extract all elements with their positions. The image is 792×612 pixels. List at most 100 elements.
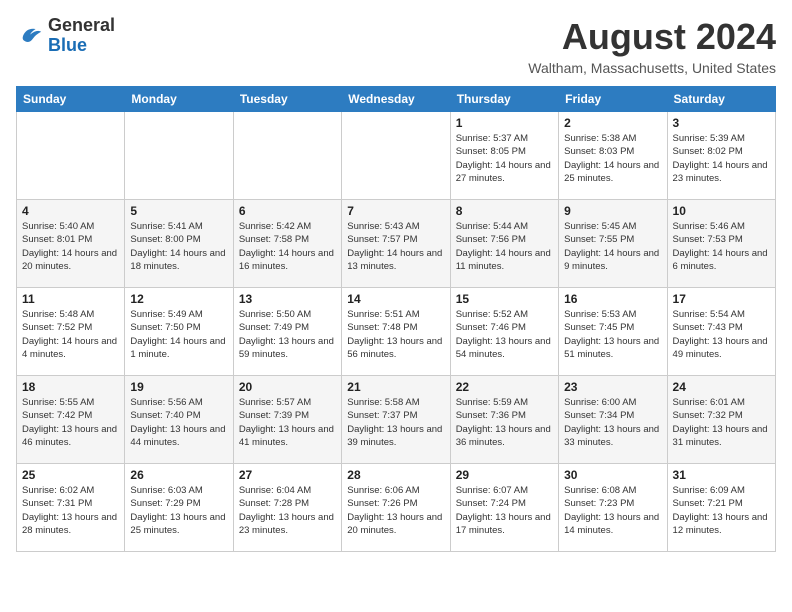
- cell-info: Sunrise: 5:49 AMSunset: 7:50 PMDaylight:…: [130, 308, 227, 361]
- calendar-cell: 7 Sunrise: 5:43 AMSunset: 7:57 PMDaylight…: [342, 200, 450, 288]
- calendar-cell: 22 Sunrise: 5:59 AMSunset: 7:36 PMDayligh…: [450, 376, 558, 464]
- cell-info: Sunrise: 6:04 AMSunset: 7:28 PMDaylight:…: [239, 484, 336, 537]
- calendar-cell: 30 Sunrise: 6:08 AMSunset: 7:23 PMDayligh…: [559, 464, 667, 552]
- cell-date: 30: [564, 468, 661, 482]
- cell-info: Sunrise: 5:52 AMSunset: 7:46 PMDaylight:…: [456, 308, 553, 361]
- cell-date: 25: [22, 468, 119, 482]
- cell-info: Sunrise: 5:55 AMSunset: 7:42 PMDaylight:…: [22, 396, 119, 449]
- cell-info: Sunrise: 5:46 AMSunset: 7:53 PMDaylight:…: [673, 220, 770, 273]
- calendar-cell: 15Sunrise: 5:52 AMSunset: 7:46 PMDayligh…: [450, 288, 558, 376]
- day-header-friday: Friday: [559, 87, 667, 112]
- cell-info: Sunrise: 6:02 AMSunset: 7:31 PMDaylight:…: [22, 484, 119, 537]
- day-header-sunday: Sunday: [17, 87, 125, 112]
- calendar-cell: 2 Sunrise: 5:38 AMSunset: 8:03 PMDaylight…: [559, 112, 667, 200]
- cell-date: 1: [456, 116, 553, 130]
- cell-info: Sunrise: 6:01 AMSunset: 7:32 PMDaylight:…: [673, 396, 770, 449]
- day-header-tuesday: Tuesday: [233, 87, 341, 112]
- cell-info: Sunrise: 5:38 AMSunset: 8:03 PMDaylight:…: [564, 132, 661, 185]
- calendar-cell: [17, 112, 125, 200]
- cell-info: Sunrise: 6:09 AMSunset: 7:21 PMDaylight:…: [673, 484, 770, 537]
- title-block: August 2024 Waltham, Massachusetts, Unit…: [528, 16, 776, 76]
- calendar-cell: 29 Sunrise: 6:07 AMSunset: 7:24 PMDayligh…: [450, 464, 558, 552]
- header-row: SundayMondayTuesdayWednesdayThursdayFrid…: [17, 87, 776, 112]
- cell-info: Sunrise: 6:03 AMSunset: 7:29 PMDaylight:…: [130, 484, 227, 537]
- cell-date: 19: [130, 380, 227, 394]
- cell-date: 6: [239, 204, 336, 218]
- cell-date: 23: [564, 380, 661, 394]
- cell-date: 28: [347, 468, 444, 482]
- cell-info: Sunrise: 5:37 AMSunset: 8:05 PMDaylight:…: [456, 132, 553, 185]
- cell-info: Sunrise: 5:58 AMSunset: 7:37 PMDaylight:…: [347, 396, 444, 449]
- calendar-cell: 19Sunrise: 5:56 AMSunset: 7:40 PMDayligh…: [125, 376, 233, 464]
- calendar-cell: 13 Sunrise: 5:50 AMSunset: 7:49 PMDayligh…: [233, 288, 341, 376]
- day-header-thursday: Thursday: [450, 87, 558, 112]
- cell-info: Sunrise: 6:08 AMSunset: 7:23 PMDaylight:…: [564, 484, 661, 537]
- page-header: General Blue August 2024 Waltham, Massac…: [16, 16, 776, 76]
- cell-info: Sunrise: 5:43 AMSunset: 7:57 PMDaylight:…: [347, 220, 444, 273]
- logo-text: General Blue: [48, 16, 115, 56]
- calendar-cell: [125, 112, 233, 200]
- cell-date: 21: [347, 380, 444, 394]
- cell-info: Sunrise: 5:44 AMSunset: 7:56 PMDaylight:…: [456, 220, 553, 273]
- cell-date: 26: [130, 468, 227, 482]
- cell-info: Sunrise: 6:06 AMSunset: 7:26 PMDaylight:…: [347, 484, 444, 537]
- cell-date: 17: [673, 292, 770, 306]
- calendar-cell: 31 Sunrise: 6:09 AMSunset: 7:21 PMDayligh…: [667, 464, 775, 552]
- cell-date: 14: [347, 292, 444, 306]
- calendar-cell: 16Sunrise: 5:53 AMSunset: 7:45 PMDayligh…: [559, 288, 667, 376]
- cell-info: Sunrise: 5:54 AMSunset: 7:43 PMDaylight:…: [673, 308, 770, 361]
- cell-date: 8: [456, 204, 553, 218]
- cell-info: Sunrise: 5:50 AMSunset: 7:49 PMDaylight:…: [239, 308, 336, 361]
- calendar-cell: 28 Sunrise: 6:06 AMSunset: 7:26 PMDayligh…: [342, 464, 450, 552]
- calendar-cell: 3Sunrise: 5:39 AMSunset: 8:02 PMDaylight…: [667, 112, 775, 200]
- calendar-cell: 12 Sunrise: 5:49 AMSunset: 7:50 PMDayligh…: [125, 288, 233, 376]
- cell-date: 18: [22, 380, 119, 394]
- cell-info: Sunrise: 5:59 AMSunset: 7:36 PMDaylight:…: [456, 396, 553, 449]
- cell-date: 29: [456, 468, 553, 482]
- calendar-cell: 8 Sunrise: 5:44 AMSunset: 7:56 PMDaylight…: [450, 200, 558, 288]
- day-header-monday: Monday: [125, 87, 233, 112]
- cell-date: 16: [564, 292, 661, 306]
- cell-date: 5: [130, 204, 227, 218]
- day-header-wednesday: Wednesday: [342, 87, 450, 112]
- week-row-1: 1 Sunrise: 5:37 AMSunset: 8:05 PMDaylight…: [17, 112, 776, 200]
- calendar-cell: 27 Sunrise: 6:04 AMSunset: 7:28 PMDayligh…: [233, 464, 341, 552]
- cell-date: 2: [564, 116, 661, 130]
- calendar-cell: 1 Sunrise: 5:37 AMSunset: 8:05 PMDaylight…: [450, 112, 558, 200]
- calendar-cell: 25 Sunrise: 6:02 AMSunset: 7:31 PMDayligh…: [17, 464, 125, 552]
- cell-date: 9: [564, 204, 661, 218]
- calendar-cell: [233, 112, 341, 200]
- calendar-table: SundayMondayTuesdayWednesdayThursdayFrid…: [16, 86, 776, 552]
- cell-info: Sunrise: 6:07 AMSunset: 7:24 PMDaylight:…: [456, 484, 553, 537]
- cell-info: Sunrise: 5:45 AMSunset: 7:55 PMDaylight:…: [564, 220, 661, 273]
- calendar-cell: 5Sunrise: 5:41 AMSunset: 8:00 PMDaylight…: [125, 200, 233, 288]
- week-row-2: 4 Sunrise: 5:40 AMSunset: 8:01 PMDaylight…: [17, 200, 776, 288]
- cell-date: 27: [239, 468, 336, 482]
- calendar-subtitle: Waltham, Massachusetts, United States: [528, 60, 776, 76]
- calendar-cell: 10 Sunrise: 5:46 AMSunset: 7:53 PMDayligh…: [667, 200, 775, 288]
- cell-info: Sunrise: 5:57 AMSunset: 7:39 PMDaylight:…: [239, 396, 336, 449]
- cell-date: 31: [673, 468, 770, 482]
- cell-date: 10: [673, 204, 770, 218]
- cell-date: 7: [347, 204, 444, 218]
- calendar-cell: 6 Sunrise: 5:42 AMSunset: 7:58 PMDaylight…: [233, 200, 341, 288]
- cell-date: 22: [456, 380, 553, 394]
- calendar-cell: [342, 112, 450, 200]
- calendar-cell: 20 Sunrise: 5:57 AMSunset: 7:39 PMDayligh…: [233, 376, 341, 464]
- cell-info: Sunrise: 5:42 AMSunset: 7:58 PMDaylight:…: [239, 220, 336, 273]
- day-header-saturday: Saturday: [667, 87, 775, 112]
- logo: General Blue: [16, 16, 115, 56]
- calendar-cell: 11Sunrise: 5:48 AMSunset: 7:52 PMDayligh…: [17, 288, 125, 376]
- calendar-cell: 26 Sunrise: 6:03 AMSunset: 7:29 PMDayligh…: [125, 464, 233, 552]
- calendar-cell: 24Sunrise: 6:01 AMSunset: 7:32 PMDayligh…: [667, 376, 775, 464]
- cell-info: Sunrise: 5:51 AMSunset: 7:48 PMDaylight:…: [347, 308, 444, 361]
- cell-date: 12: [130, 292, 227, 306]
- cell-info: Sunrise: 6:00 AMSunset: 7:34 PMDaylight:…: [564, 396, 661, 449]
- cell-date: 20: [239, 380, 336, 394]
- cell-date: 4: [22, 204, 119, 218]
- logo-bird-icon: [16, 22, 44, 50]
- calendar-cell: 23 Sunrise: 6:00 AMSunset: 7:34 PMDayligh…: [559, 376, 667, 464]
- cell-info: Sunrise: 5:40 AMSunset: 8:01 PMDaylight:…: [22, 220, 119, 273]
- calendar-cell: 17 Sunrise: 5:54 AMSunset: 7:43 PMDayligh…: [667, 288, 775, 376]
- cell-date: 13: [239, 292, 336, 306]
